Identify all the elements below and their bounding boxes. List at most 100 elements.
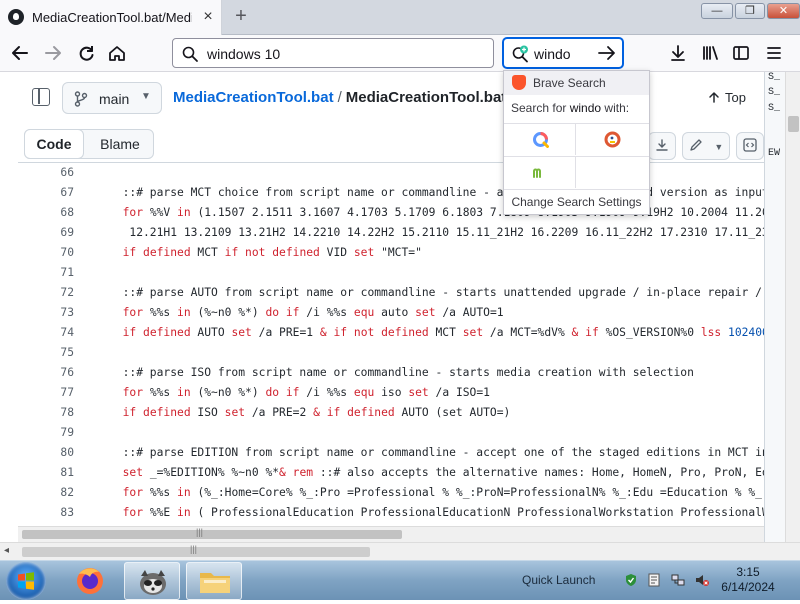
- vertical-scrollbar[interactable]: [785, 72, 800, 542]
- line-number[interactable]: 71: [18, 263, 74, 283]
- line-number[interactable]: 73: [18, 303, 74, 323]
- code-view[interactable]: 66 67 ::# parse MCT choice from script na…: [18, 162, 764, 526]
- default-engine-label: Brave Search: [533, 76, 606, 90]
- line-number[interactable]: 80: [18, 443, 74, 463]
- volume-muted-icon[interactable]: [695, 573, 709, 587]
- code-text: 12.21H1 13.2109 13.21H2 14.2210 14.22H2 …: [109, 226, 764, 239]
- tab-code[interactable]: Code: [24, 129, 84, 159]
- url-bar[interactable]: [172, 38, 494, 68]
- line-number[interactable]: 76: [18, 363, 74, 383]
- search-term: windo: [569, 101, 602, 115]
- pencil-icon: [690, 139, 702, 151]
- windows-logo-icon: [18, 572, 34, 590]
- code-line: 75: [18, 343, 764, 363]
- line-number[interactable]: 67: [18, 183, 74, 203]
- line-number[interactable]: 77: [18, 383, 74, 403]
- back-button[interactable]: [6, 39, 34, 67]
- system-clock[interactable]: 3:15 6/14/2024: [718, 565, 778, 595]
- taskbar-explorer[interactable]: [186, 562, 242, 600]
- scrollbar-thumb[interactable]: [22, 530, 402, 539]
- git-branch-icon: [74, 91, 88, 107]
- library-icon: [703, 46, 718, 60]
- code-text: ::# parse ISO from script name or comman…: [109, 366, 694, 379]
- code-line: 66: [18, 163, 764, 183]
- home-button[interactable]: [103, 39, 131, 67]
- reload-button[interactable]: [72, 39, 100, 67]
- search-bar[interactable]: [503, 38, 623, 68]
- arrow-left-icon: [12, 46, 28, 60]
- line-number[interactable]: 81: [18, 463, 74, 483]
- line-number[interactable]: 79: [18, 423, 74, 443]
- close-window-button[interactable]: ✕: [767, 3, 800, 19]
- expand-file-tree-icon[interactable]: [32, 88, 50, 106]
- firefox-icon: [77, 568, 103, 594]
- symbols-button[interactable]: [736, 132, 764, 160]
- line-number[interactable]: 83: [18, 503, 74, 523]
- tab-strip: MediaCreationTool.bat/MediaCreationTool.…: [0, 0, 800, 35]
- forward-button[interactable]: [39, 39, 67, 67]
- repo-link[interactable]: MediaCreationTool.bat: [173, 89, 334, 106]
- code-line: 74 if defined AUTO set /a PRE=1 & if not…: [18, 323, 764, 343]
- browser-tab[interactable]: MediaCreationTool.bat/MediaCreationTool.…: [0, 0, 222, 35]
- sidebar-icon: [733, 46, 749, 60]
- minimize-button[interactable]: —: [701, 3, 733, 19]
- network-icon[interactable]: [671, 573, 685, 587]
- chevron-down-icon: ▼: [141, 91, 151, 102]
- code-text: if defined MCT if not defined VID set "M…: [122, 246, 422, 259]
- menu-button[interactable]: [760, 39, 788, 67]
- code-line: 73 for %%s in (%~n0 %*) do if /i %%s equ…: [18, 303, 764, 323]
- tab-close-button[interactable]: ×: [199, 8, 217, 26]
- code-text: set _=%EDITION% %~n0 %*& rem ::# also ac…: [122, 466, 764, 479]
- library-button[interactable]: [696, 39, 724, 67]
- line-number[interactable]: 66: [18, 163, 74, 183]
- branch-selector-button[interactable]: main ▼: [62, 82, 162, 114]
- line-number[interactable]: 68: [18, 203, 74, 223]
- folder-icon: [200, 573, 230, 593]
- code-text: if defined AUTO set /a PRE=1 & if not de…: [122, 326, 764, 339]
- search-for-prefix: Search for: [511, 101, 570, 115]
- new-tab-button[interactable]: +: [230, 6, 252, 28]
- engine-button-duckduckgo[interactable]: [576, 123, 649, 155]
- security-shield-icon[interactable]: [624, 573, 638, 587]
- maximize-button[interactable]: ❐: [735, 3, 765, 19]
- document-icon[interactable]: [647, 573, 661, 587]
- code-line: 78 if defined ISO set /a PRE=2 & if defi…: [18, 403, 764, 423]
- start-button[interactable]: [6, 562, 46, 600]
- engine-button-mojeek[interactable]: [504, 156, 576, 188]
- taskbar: Quick Launch 3:15 6/14/2024: [0, 560, 800, 600]
- engine-button-qwant[interactable]: [504, 123, 576, 155]
- right-panel-text: S_: [768, 87, 781, 98]
- search-input[interactable]: [534, 44, 590, 64]
- line-number[interactable]: 82: [18, 483, 74, 503]
- line-number[interactable]: 74: [18, 323, 74, 343]
- edit-button[interactable]: ▼: [682, 132, 730, 160]
- quick-launch-label[interactable]: Quick Launch: [522, 573, 595, 587]
- search-go-button[interactable]: [596, 43, 618, 63]
- top-button[interactable]: Top: [708, 90, 746, 105]
- engine-empty-slot: [576, 156, 649, 188]
- code-line: 69 12.21H1 13.2109 13.21H2 14.2210 14.22…: [18, 223, 764, 243]
- line-number[interactable]: 75: [18, 343, 74, 363]
- code-horizontal-scrollbar[interactable]: |||: [18, 526, 764, 542]
- scrollbar-thumb[interactable]: [788, 116, 799, 132]
- tab-blame[interactable]: Blame: [85, 130, 155, 158]
- line-number[interactable]: 70: [18, 243, 74, 263]
- download-icon: [671, 45, 685, 61]
- code-text: for %%s in (%~n0 %*) do if /i %%s equ au…: [122, 306, 504, 319]
- sidebar-toggle-button[interactable]: [727, 39, 755, 67]
- change-search-settings-button[interactable]: Change Search Settings: [504, 189, 649, 215]
- downloads-button[interactable]: [664, 39, 692, 67]
- line-number[interactable]: 72: [18, 283, 74, 303]
- taskbar-app-raccoon[interactable]: [124, 562, 180, 600]
- taskbar-firefox[interactable]: [62, 562, 118, 600]
- home-icon: [109, 46, 125, 61]
- code-line: 82 for %%s in (%_:Home=Core% %_:Pro =Pro…: [18, 483, 764, 503]
- line-number[interactable]: 78: [18, 403, 74, 423]
- copy-raw-button[interactable]: [648, 132, 676, 160]
- url-input[interactable]: [207, 44, 487, 64]
- page-horizontal-scrollbar[interactable]: ◂ |||: [0, 542, 800, 560]
- line-number[interactable]: 69: [18, 223, 74, 243]
- code-line: 72 ::# parse AUTO from script name or co…: [18, 283, 764, 303]
- default-engine-row[interactable]: Brave Search: [504, 71, 649, 95]
- scroll-left-icon[interactable]: ◂: [4, 545, 9, 556]
